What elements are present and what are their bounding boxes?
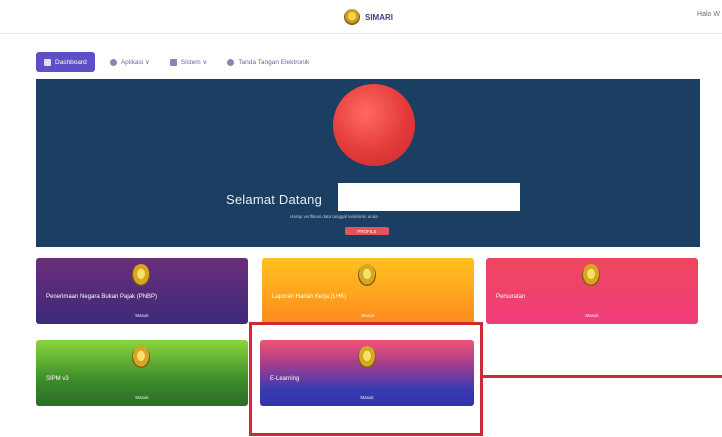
app-logo-icon — [132, 264, 150, 286]
user-menu[interactable]: Halo W — [697, 11, 720, 18]
nav-dashboard-label: Dashboard — [55, 58, 87, 66]
verification-note: Harap verifikasi data tanggal kelahiran … — [290, 214, 378, 219]
app-card-sipm[interactable]: SIPM v3 Masuk — [36, 340, 248, 406]
app-logo-icon — [358, 264, 376, 286]
profile-button[interactable]: PROFILE — [345, 227, 389, 235]
app-card-open-link[interactable]: Masuk — [36, 395, 248, 400]
app-card-title: Penerimaan Negara Bukan Pajak (PNBP) — [46, 294, 158, 300]
highlight-pointer-line — [483, 375, 722, 378]
nav-aplikasi[interactable]: Aplikasi ∨ — [105, 53, 155, 71]
nav-dashboard[interactable]: Dashboard — [36, 52, 95, 72]
logo-icon — [344, 9, 360, 25]
monitor-icon — [169, 58, 177, 66]
welcome-banner: Selamat Datang Harap verifikasi data tan… — [36, 79, 700, 247]
app-card-open-link[interactable]: Masuk — [262, 313, 474, 318]
app-card-open-link[interactable]: Masuk — [486, 313, 698, 318]
brand-name: SIMARI — [365, 12, 393, 22]
nav-tte-label: Tanda Tangan Elektronik — [238, 58, 310, 66]
app-card-title: SIPM v3 — [46, 376, 69, 382]
grid-icon — [109, 58, 117, 66]
app-card-open-link[interactable]: Masuk — [36, 313, 248, 318]
app-card-pnbp[interactable]: Penerimaan Negara Bukan Pajak (PNBP) Mas… — [36, 258, 248, 324]
top-bar: SIMARI Halo W — [0, 0, 722, 34]
app-card-title: Persuratan — [496, 294, 526, 300]
app-logo-icon — [132, 346, 150, 368]
nav-aplikasi-label: Aplikasi ∨ — [120, 59, 150, 66]
nav-sistem[interactable]: Sistem ∨ — [165, 53, 212, 71]
highlight-box — [249, 322, 483, 436]
nav-sistem-label: Sistem ∨ — [180, 59, 208, 66]
home-icon — [44, 58, 51, 66]
user-name-redacted — [338, 183, 520, 211]
main-nav: Dashboard Aplikasi ∨ Sistem ∨ Tanda Tang… — [36, 48, 700, 76]
app-card-title: Laporan Harian Kerja (LHK) — [272, 294, 347, 300]
welcome-text: Selamat Datang — [226, 192, 323, 207]
nav-tte[interactable]: Tanda Tangan Elektronik — [222, 53, 314, 71]
brand[interactable]: SIMARI — [344, 8, 393, 26]
pen-icon — [227, 58, 235, 66]
avatar — [333, 84, 415, 166]
app-card-persuratan[interactable]: Persuratan Masuk — [486, 258, 698, 324]
app-card-lhk[interactable]: Laporan Harian Kerja (LHK) Masuk — [262, 258, 474, 324]
app-logo-icon — [582, 264, 600, 286]
